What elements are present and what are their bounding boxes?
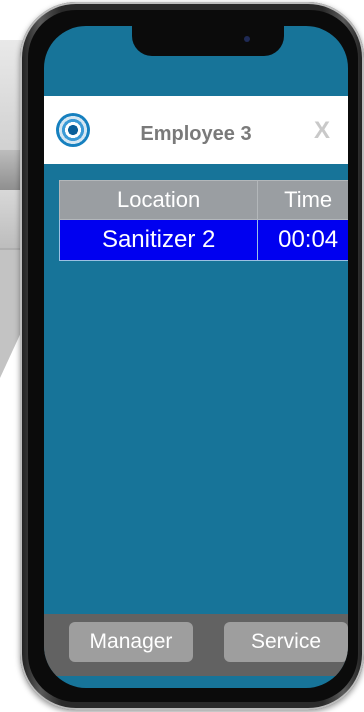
app-header: Employee 3 X [44, 96, 348, 164]
phone-frame: Employee 3 X Location Time Sanitizer 2 0… [20, 2, 364, 710]
page-title: Employee 3 [140, 123, 252, 145]
column-header-time: Time [257, 180, 348, 220]
table-header-row: Location Time [58, 180, 348, 220]
time-cell: 00:04 [257, 219, 348, 261]
location-table: Location Time Sanitizer 2 00:04 [58, 180, 348, 261]
location-cell: Sanitizer 2 [58, 219, 259, 261]
footer-bar: Manager Service [44, 614, 348, 676]
service-button[interactable]: Service [224, 622, 348, 662]
camera-icon [244, 36, 250, 42]
table-row[interactable]: Sanitizer 2 00:04 [58, 219, 348, 261]
manager-button[interactable]: Manager [69, 622, 193, 662]
close-icon[interactable]: X [314, 117, 330, 145]
phone-bezel: Employee 3 X Location Time Sanitizer 2 0… [28, 10, 358, 702]
column-header-location: Location [58, 180, 259, 220]
phone-notch [132, 26, 284, 56]
app-screen: Employee 3 X Location Time Sanitizer 2 0… [44, 26, 348, 688]
